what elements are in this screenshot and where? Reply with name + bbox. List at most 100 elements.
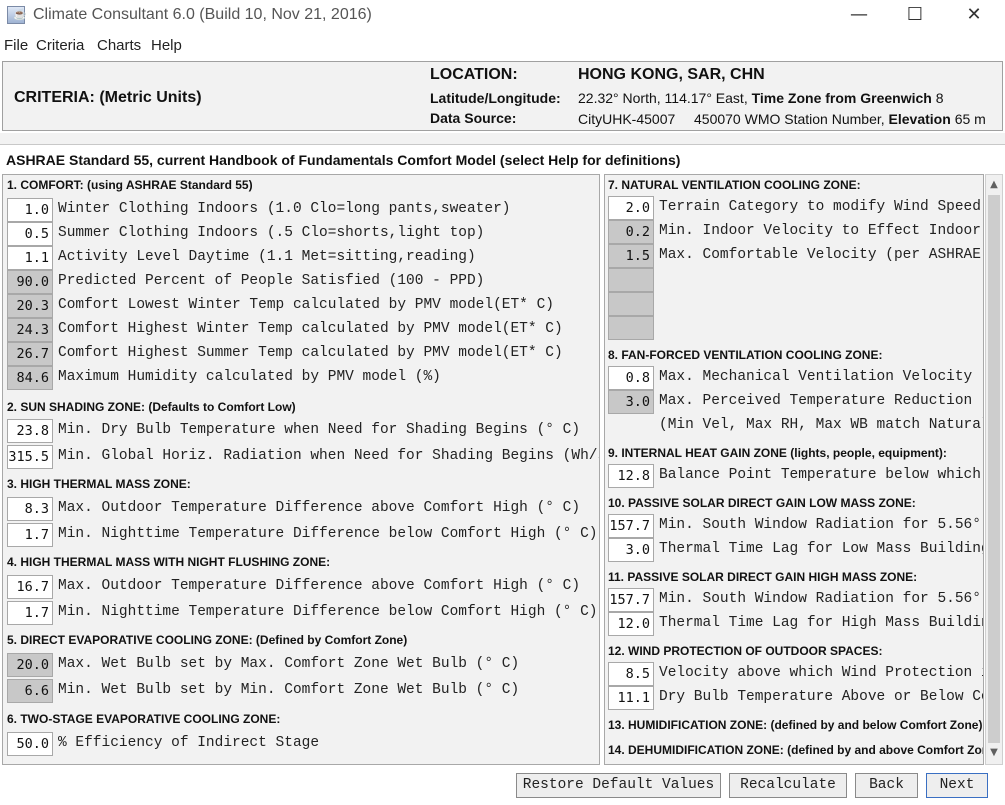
value-field[interactable]: 1.1: [7, 246, 53, 270]
scrollbar-thumb[interactable]: [988, 195, 1000, 743]
value-field[interactable]: 11.1: [608, 686, 654, 710]
value-field[interactable]: 315.5: [7, 445, 53, 469]
section-passive-solar-low-mass: 10. PASSIVE SOLAR DIRECT GAIN LOW MASS Z…: [608, 496, 916, 510]
criteria-header-panel: CRITERIA: (Metric Units) LOCATION: HONG …: [2, 61, 1003, 131]
criteria-description: % Efficiency of Indirect Stage: [58, 735, 320, 751]
back-button[interactable]: Back: [855, 773, 918, 798]
value-field[interactable]: 12.0: [608, 612, 654, 636]
value-field-empty: [608, 292, 654, 316]
criteria-description: Max. Comfortable Velocity (per ASHRAE St…: [659, 247, 984, 263]
criteria-description: Maximum Humidity calculated by PMV model…: [58, 369, 441, 385]
next-button[interactable]: Next: [926, 773, 988, 798]
section-dehumidification: 14. DEHUMIDIFICATION ZONE: (defined by a…: [608, 743, 984, 757]
criteria-description: Min. Dry Bulb Temperature when Need for …: [58, 422, 581, 438]
standard-title: ASHRAE Standard 55, current Handbook of …: [6, 152, 681, 168]
value-field[interactable]: 12.8: [608, 464, 654, 488]
criteria-description: Predicted Percent of People Satisfied (1…: [58, 273, 485, 289]
menu-charts[interactable]: Charts: [97, 37, 141, 54]
elevation-value: 65 m: [954, 111, 986, 127]
value-field-readonly: 20.0: [7, 653, 53, 677]
value-field[interactable]: 16.7: [7, 575, 53, 599]
standard-title-bar: ASHRAE Standard 55, current Handbook of …: [0, 146, 1005, 174]
criteria-description: Dry Bulb Temperature Above or Below Comf…: [659, 689, 984, 705]
value-field-readonly: 20.3: [7, 294, 53, 318]
section-direct-evaporative: 5. DIRECT EVAPORATIVE COOLING ZONE: (Def…: [7, 633, 408, 647]
java-app-icon: ☕: [7, 6, 27, 24]
section-two-stage-evaporative: 6. TWO-STAGE EVAPORATIVE COOLING ZONE:: [7, 712, 281, 726]
value-field[interactable]: 8.5: [608, 662, 654, 686]
section-high-thermal-mass: 3. HIGH THERMAL MASS ZONE:: [7, 477, 191, 491]
value-field-readonly: 6.6: [7, 679, 53, 703]
value-field-empty: [608, 268, 654, 292]
value-field-readonly: 90.0: [7, 270, 53, 294]
criteria-description: Min. Wet Bulb set by Min. Comfort Zone W…: [58, 682, 520, 698]
data-source-value: CityUHK-45007: [578, 111, 676, 127]
vertical-scrollbar[interactable]: ▲ ▼: [985, 174, 1003, 765]
section-sun-shading: 2. SUN SHADING ZONE: (Defaults to Comfor…: [7, 400, 296, 414]
criteria-description: Comfort Highest Summer Temp calculated b…: [58, 345, 563, 361]
criteria-description: Thermal Time Lag for High Mass Buildings: [659, 615, 984, 631]
menu-file[interactable]: File: [4, 37, 28, 54]
minimize-button[interactable]: —: [836, 3, 882, 27]
criteria-description: Summer Clothing Indoors (.5 Clo=shorts,l…: [58, 225, 485, 241]
scroll-down-arrow-icon[interactable]: ▼: [986, 747, 1002, 761]
station-number: 450070 WMO Station Number,: [694, 111, 885, 127]
criteria-units-label: CRITERIA: (Metric Units): [14, 89, 202, 106]
criteria-description: Min. Indoor Velocity to Effect Indoor Co…: [659, 223, 984, 239]
restore-defaults-button[interactable]: Restore Default Values: [516, 773, 721, 798]
data-source-label: Data Source:: [430, 110, 517, 126]
value-field-readonly: 3.0: [608, 390, 654, 414]
value-field-readonly: 84.6: [7, 366, 53, 390]
value-field[interactable]: 157.7: [608, 588, 654, 612]
header-separator: [0, 133, 1005, 145]
maximize-button[interactable]: ☐: [892, 3, 938, 27]
section-natural-ventilation: 7. NATURAL VENTILATION COOLING ZONE:: [608, 178, 861, 192]
value-field[interactable]: 23.8: [7, 419, 53, 443]
value-field[interactable]: 50.0: [7, 732, 53, 756]
location-label: LOCATION:: [430, 66, 518, 83]
latlon-label: Latitude/Longitude:: [430, 90, 561, 106]
criteria-description: Max. Wet Bulb set by Max. Comfort Zone W…: [58, 656, 520, 672]
section-wind-protection: 12. WIND PROTECTION OF OUTDOOR SPACES:: [608, 644, 883, 658]
criteria-right-column: 7. NATURAL VENTILATION COOLING ZONE: 2.0…: [604, 174, 984, 765]
value-field[interactable]: 3.0: [608, 538, 654, 562]
section-humidification: 13. HUMIDIFICATION ZONE: (defined by and…: [608, 718, 983, 732]
value-field[interactable]: 0.5: [7, 222, 53, 246]
value-field[interactable]: 8.3: [7, 497, 53, 521]
menu-criteria[interactable]: Criteria: [36, 37, 84, 54]
menu-help[interactable]: Help: [151, 37, 182, 54]
criteria-description: Thermal Time Lag for Low Mass Buildings …: [659, 541, 984, 557]
latlon-value: 22.32° North, 114.17° East,: [578, 90, 748, 106]
criteria-description: Terrain Category to modify Wind Speed (2…: [659, 199, 984, 215]
value-field-readonly: 0.2: [608, 220, 654, 244]
value-field[interactable]: 0.8: [608, 366, 654, 390]
criteria-description: Min. Nighttime Temperature Difference be…: [58, 526, 598, 542]
section-comfort: 1. COMFORT: (using ASHRAE Standard 55): [7, 178, 253, 192]
value-field[interactable]: 1.7: [7, 523, 53, 547]
criteria-description: Max. Outdoor Temperature Difference abov…: [58, 578, 581, 594]
elevation-label: Elevation: [888, 111, 951, 127]
value-field[interactable]: 1.7: [7, 601, 53, 625]
recalculate-button[interactable]: Recalculate: [729, 773, 847, 798]
scroll-up-arrow-icon[interactable]: ▲: [986, 179, 1002, 193]
criteria-description: Balance Point Temperature below which He…: [659, 467, 984, 483]
menu-bar: File Criteria Charts Help: [0, 34, 1005, 58]
window-title: Climate Consultant 6.0 (Build 10, Nov 21…: [33, 6, 372, 23]
value-field[interactable]: 157.7: [608, 514, 654, 538]
latlon-row: 22.32° North, 114.17° East, Time Zone fr…: [578, 90, 944, 106]
value-field-readonly: 1.5: [608, 244, 654, 268]
section-passive-solar-high-mass: 11. PASSIVE SOLAR DIRECT GAIN HIGH MASS …: [608, 570, 918, 584]
value-field[interactable]: 2.0: [608, 196, 654, 220]
criteria-description: Max. Perceived Temperature Reduction (° …: [659, 393, 984, 409]
criteria-description: Comfort Highest Winter Temp calculated b…: [58, 321, 563, 337]
criteria-description: Winter Clothing Indoors (1.0 Clo=long pa…: [58, 201, 511, 217]
criteria-left-column: 1. COMFORT: (using ASHRAE Standard 55) 1…: [2, 174, 600, 765]
close-button[interactable]: ✕: [951, 3, 997, 27]
criteria-description: Max. Outdoor Temperature Difference abov…: [58, 500, 581, 516]
value-field[interactable]: 1.0: [7, 198, 53, 222]
criteria-description: Min. South Window Radiation for 5.56° C …: [659, 591, 984, 607]
station-row: 450070 WMO Station Number, Elevation 65 …: [694, 111, 986, 127]
section-fan-forced-ventilation: 8. FAN-FORCED VENTILATION COOLING ZONE:: [608, 348, 883, 362]
value-field-readonly: 24.3: [7, 318, 53, 342]
criteria-description: Min. Nighttime Temperature Difference be…: [58, 604, 598, 620]
